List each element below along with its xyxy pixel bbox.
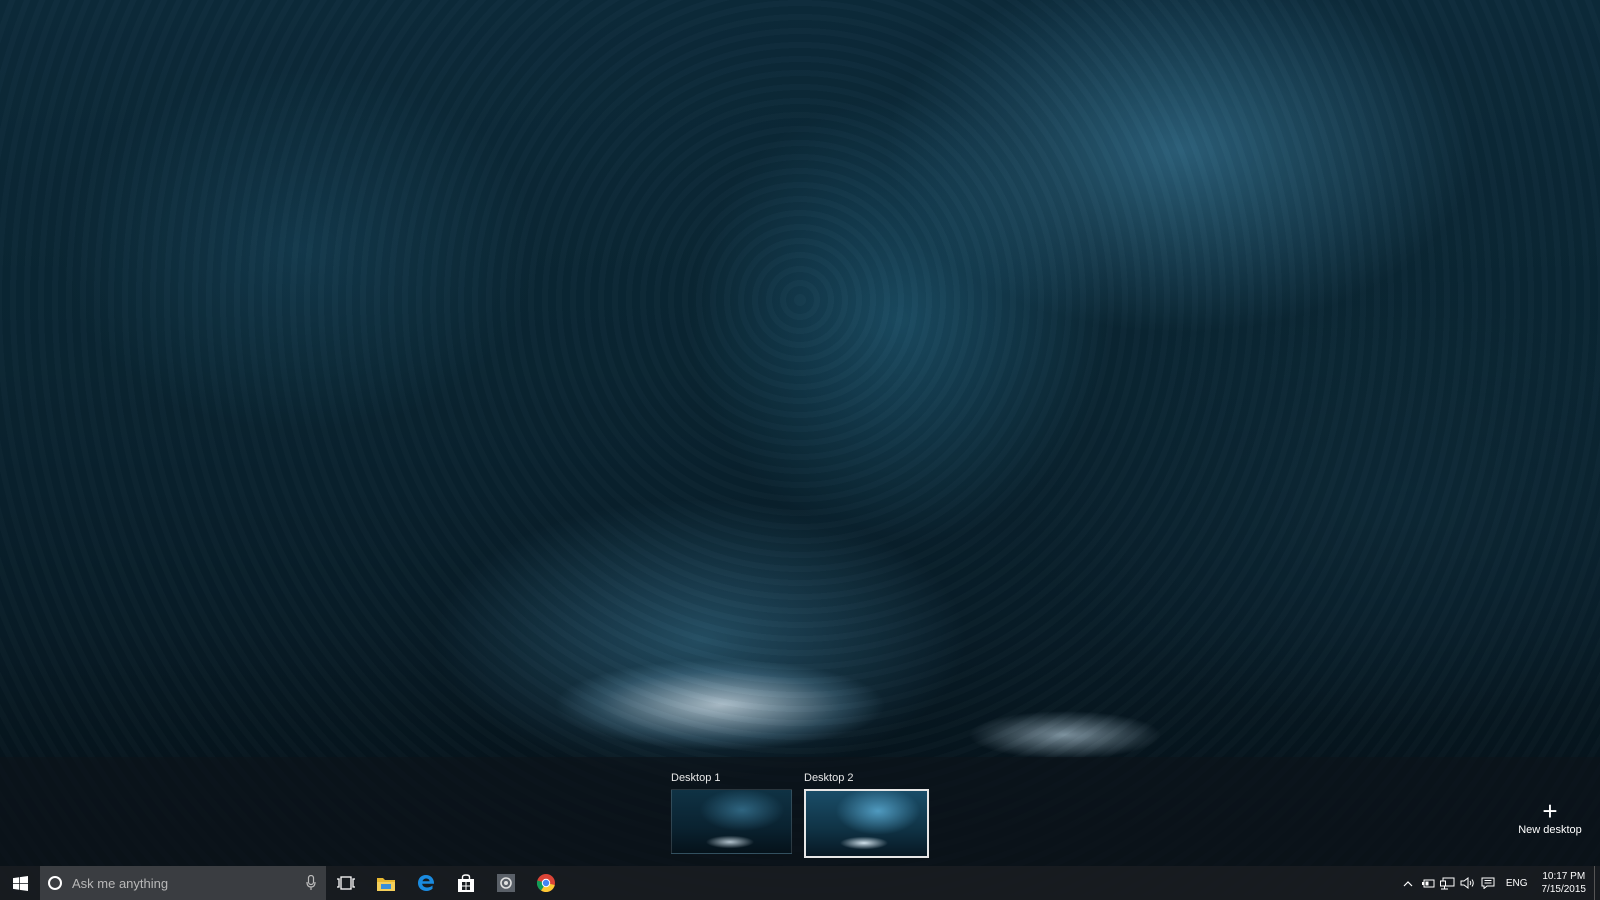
task-view-strip xyxy=(0,757,1600,867)
action-center-icon[interactable] xyxy=(1478,866,1498,900)
folder-icon xyxy=(377,877,395,891)
desktop-thumbnail-2[interactable]: Desktop 2 xyxy=(804,771,929,858)
battery-icon[interactable] xyxy=(1418,866,1438,900)
volume-icon[interactable] xyxy=(1458,866,1478,900)
system-tray: ENG 10:17 PM 7/15/2015 xyxy=(1398,866,1600,900)
show-desktop-button[interactable] xyxy=(1594,866,1600,900)
search-placeholder: Ask me anything xyxy=(72,875,169,891)
start-button[interactable] xyxy=(0,866,40,900)
desktop-2-label: Desktop 2 xyxy=(804,772,854,784)
microphone-icon[interactable] xyxy=(306,875,316,891)
store-button[interactable] xyxy=(446,866,486,900)
file-explorer-button[interactable] xyxy=(366,866,406,900)
new-desktop-button[interactable]: + New desktop xyxy=(1513,796,1587,836)
new-desktop-label: New desktop xyxy=(1518,824,1582,836)
windows-logo-icon xyxy=(12,875,28,891)
clock-time: 10:17 PM xyxy=(1542,871,1586,882)
edge-button[interactable] xyxy=(406,866,446,900)
chrome-icon xyxy=(536,874,555,893)
settings-icon xyxy=(497,874,515,892)
search-box[interactable]: Ask me anything xyxy=(40,866,326,900)
clock-date: 7/15/2015 xyxy=(1541,884,1587,895)
task-view-button[interactable] xyxy=(326,866,366,900)
store-bag-icon xyxy=(458,873,474,892)
edge-icon xyxy=(418,875,435,891)
clock[interactable]: 10:17 PM 7/15/2015 xyxy=(1538,870,1595,896)
desktop-1-preview[interactable] xyxy=(671,789,792,854)
task-view-icon xyxy=(337,876,355,890)
desktop-thumbnail-1[interactable]: Desktop 1 xyxy=(671,771,792,854)
desktop-1-label: Desktop 1 xyxy=(671,772,721,784)
taskbar: Ask me anything ENG 10:17 PM 7/15/2015 xyxy=(0,866,1600,900)
network-icon[interactable] xyxy=(1438,866,1458,900)
settings-button[interactable] xyxy=(486,866,526,900)
language-indicator[interactable]: ENG xyxy=(1498,878,1538,889)
plus-icon: + xyxy=(1542,796,1558,826)
cortana-circle-icon xyxy=(48,876,62,890)
desktop-2-preview[interactable] xyxy=(804,789,929,858)
chevron-up-icon[interactable] xyxy=(1398,866,1418,900)
chrome-button[interactable] xyxy=(526,866,566,900)
